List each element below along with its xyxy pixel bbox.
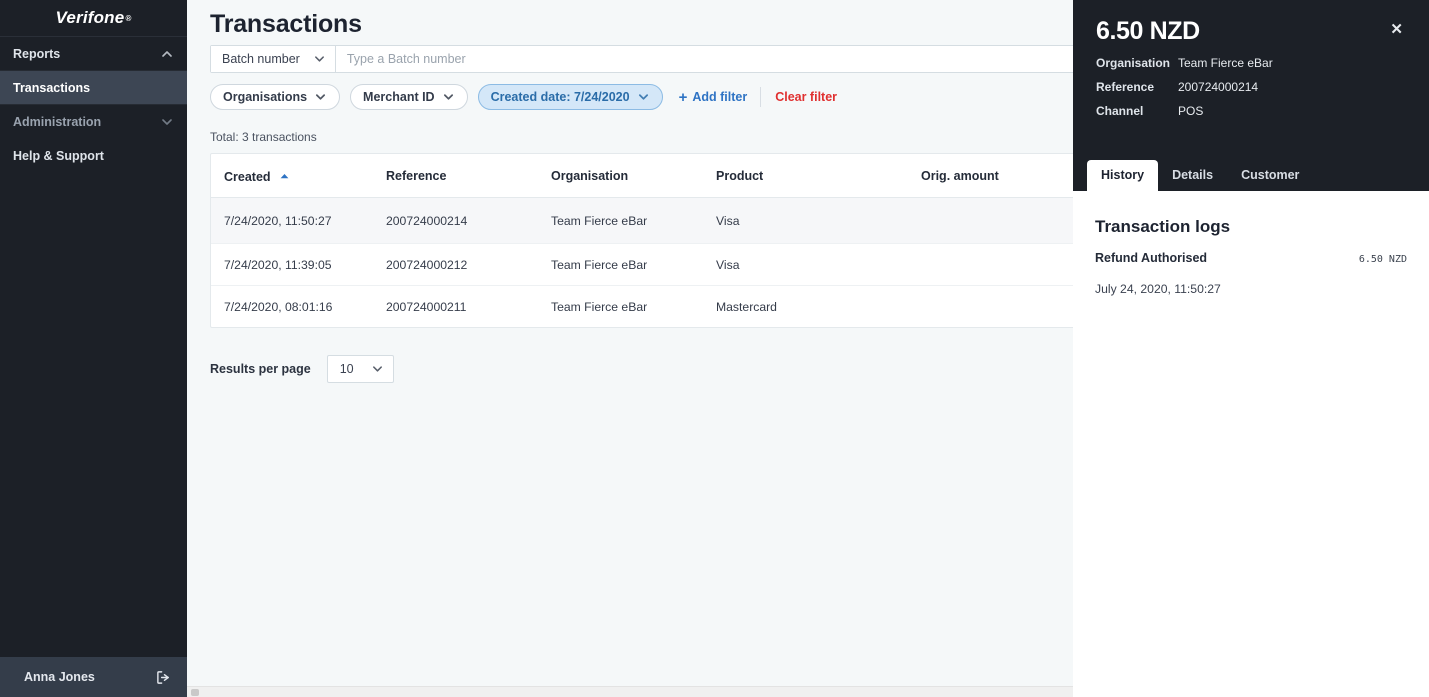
batch-search-row: Batch number	[210, 45, 1073, 73]
column-header-orig-amount[interactable]: Orig. amount	[921, 154, 1073, 198]
cell-product: Visa	[716, 243, 921, 286]
detail-field-channel: Channel POS	[1096, 104, 1429, 118]
cell-orig-amount: 4.00 NZD	[921, 286, 1073, 328]
cell-organisation: Team Fierce eBar	[551, 197, 716, 244]
cell-created: 7/24/2020, 11:50:27	[211, 197, 386, 244]
plus-icon: +	[678, 88, 688, 106]
chevron-down-icon	[638, 91, 650, 103]
detail-header: 6.50 NZD ✕ Organisation Team Fierce eBar…	[1073, 0, 1429, 191]
log-title: Refund Authorised	[1095, 251, 1208, 265]
filter-chip-organisations[interactable]: Organisations	[210, 84, 341, 110]
cell-product: Visa	[716, 197, 921, 244]
column-header-label: Created	[224, 170, 271, 184]
detail-field-key: Organisation	[1096, 56, 1171, 70]
sidebar-item-label: Administration	[13, 115, 102, 129]
filter-chip-created-date[interactable]: Created date: 7/24/2020	[477, 84, 663, 110]
log-date: July 24, 2020, 11:50:27	[1095, 282, 1221, 296]
column-header-created[interactable]: Created	[211, 154, 386, 198]
column-header-product[interactable]: Product	[716, 154, 921, 198]
brand-name: Verifone	[55, 8, 125, 27]
chevron-down-icon	[161, 116, 173, 128]
chevron-up-icon	[161, 48, 173, 60]
filter-chip-label: Merchant ID	[363, 90, 435, 104]
sidebar: Verifone ® Reports Transactions Administr…	[0, 0, 187, 697]
cell-orig-amount: 13.00 NZD	[921, 243, 1073, 286]
cell-created: 7/24/2020, 08:01:16	[224, 300, 333, 314]
close-icon[interactable]: ✕	[1390, 22, 1403, 37]
tab-details[interactable]: Details	[1158, 160, 1227, 192]
main-content: Transactions Batch number Organisations	[187, 0, 1073, 686]
filter-bar: Batch number Organisations Merchant ID	[187, 45, 1073, 110]
chevron-down-icon	[314, 53, 326, 65]
table-row[interactable]: 7/24/2020, 08:01:16 200724000211 Team Fi…	[211, 286, 1073, 328]
cell-orig-amount: 6.50 NZD	[921, 197, 1073, 244]
transaction-detail-panel: 6.50 NZD ✕ Organisation Team Fierce eBar…	[1073, 0, 1429, 697]
sidebar-item-administration[interactable]: Administration	[0, 105, 187, 139]
logout-icon[interactable]	[156, 670, 171, 685]
user-bar: Anna Jones	[0, 657, 187, 697]
total-count: Total: 3 transactions	[210, 130, 317, 144]
sidebar-item-transactions[interactable]: Transactions	[0, 71, 187, 105]
batch-number-select[interactable]: Batch number	[211, 46, 336, 72]
chevron-down-icon	[372, 363, 384, 375]
cell-organisation: Team Fierce eBar	[551, 243, 716, 286]
transactions-table: Created Reference Organisation Product O…	[210, 153, 1073, 328]
sidebar-item-reports[interactable]: Reports	[0, 37, 187, 71]
cell-organisation: Team Fierce eBar	[551, 300, 648, 314]
scrollbar-thumb[interactable]	[191, 689, 199, 696]
column-header-reference[interactable]: Reference	[386, 154, 551, 198]
brand-trademark: ®	[125, 13, 132, 23]
sidebar-item-label: Reports	[13, 46, 61, 61]
table-header-row: Created Reference Organisation Product O…	[211, 154, 1073, 198]
tab-history[interactable]: History	[1087, 159, 1159, 191]
detail-field-value: Team Fierce eBar	[1178, 56, 1273, 70]
detail-field-value: 200724000214	[1178, 80, 1259, 94]
results-per-page-label: Results per page	[210, 362, 311, 376]
filter-chip-label: Organisations	[223, 90, 308, 104]
detail-field-value: POS	[1178, 104, 1204, 118]
add-filter-button[interactable]: + Add filter	[679, 87, 762, 107]
results-per-page-select[interactable]: 10	[326, 355, 394, 383]
sidebar-item-label: Help & Support	[13, 149, 104, 163]
tab-customer[interactable]: Customer	[1227, 160, 1313, 192]
app-root: Verifone ® Reports Transactions Administr…	[0, 0, 1429, 697]
filter-chip-merchant-id[interactable]: Merchant ID	[350, 84, 468, 110]
cell-created: 7/24/2020, 11:39:05	[211, 243, 386, 286]
brand-logo[interactable]: Verifone ®	[0, 0, 187, 37]
results-per-page-value: 10	[339, 362, 354, 376]
clear-filter-button[interactable]: Clear filter	[775, 90, 837, 104]
results-per-page: Results per page 10	[210, 355, 1073, 383]
batch-number-input[interactable]	[335, 46, 1073, 72]
page-title: Transactions	[210, 10, 362, 38]
table-row[interactable]: 7/24/2020, 11:50:27 200724000214 Team Fi…	[211, 197, 1073, 244]
sidebar-item-help-support[interactable]: Help & Support	[0, 139, 187, 173]
table-row[interactable]: 7/24/2020, 11:39:05 200724000212 Team Fi…	[211, 243, 1073, 286]
caret-up-icon	[280, 168, 289, 182]
transaction-logs-title: Transaction logs	[1095, 217, 1231, 236]
detail-field-key: Channel	[1096, 104, 1144, 118]
log-entry: Refund Authorised 6.50 NZD	[1095, 251, 1407, 265]
chevron-down-icon	[315, 91, 327, 103]
sidebar-nav: Reports Transactions Administration Help…	[0, 37, 187, 173]
user-name: Anna Jones	[24, 670, 95, 684]
cell-reference: 200724000211	[386, 300, 467, 314]
batch-number-select-label: Batch number	[222, 52, 300, 66]
column-header-organisation[interactable]: Organisation	[551, 154, 716, 198]
detail-field-key: Reference	[1096, 80, 1155, 94]
cell-reference: 200724000214	[386, 197, 551, 244]
detail-body: Transaction logs Refund Authorised 6.50 …	[1073, 191, 1429, 296]
cell-product: Mastercard	[716, 300, 777, 314]
detail-tabs: History Details Customer	[1073, 159, 1313, 192]
cell-reference: 200724000212	[386, 243, 551, 286]
detail-field-organisation: Organisation Team Fierce eBar	[1096, 56, 1429, 70]
detail-field-reference: Reference 200724000214	[1096, 80, 1429, 94]
sidebar-item-label: Transactions	[13, 80, 91, 95]
log-amount: 6.50 NZD	[1358, 254, 1407, 265]
filter-chip-row: Organisations Merchant ID Created date: …	[210, 84, 1073, 110]
detail-amount: 6.50 NZD	[1096, 17, 1200, 45]
add-filter-label: Add filter	[692, 90, 748, 104]
filter-chip-label: Created date: 7/24/2020	[490, 90, 630, 104]
chevron-down-icon	[443, 91, 455, 103]
